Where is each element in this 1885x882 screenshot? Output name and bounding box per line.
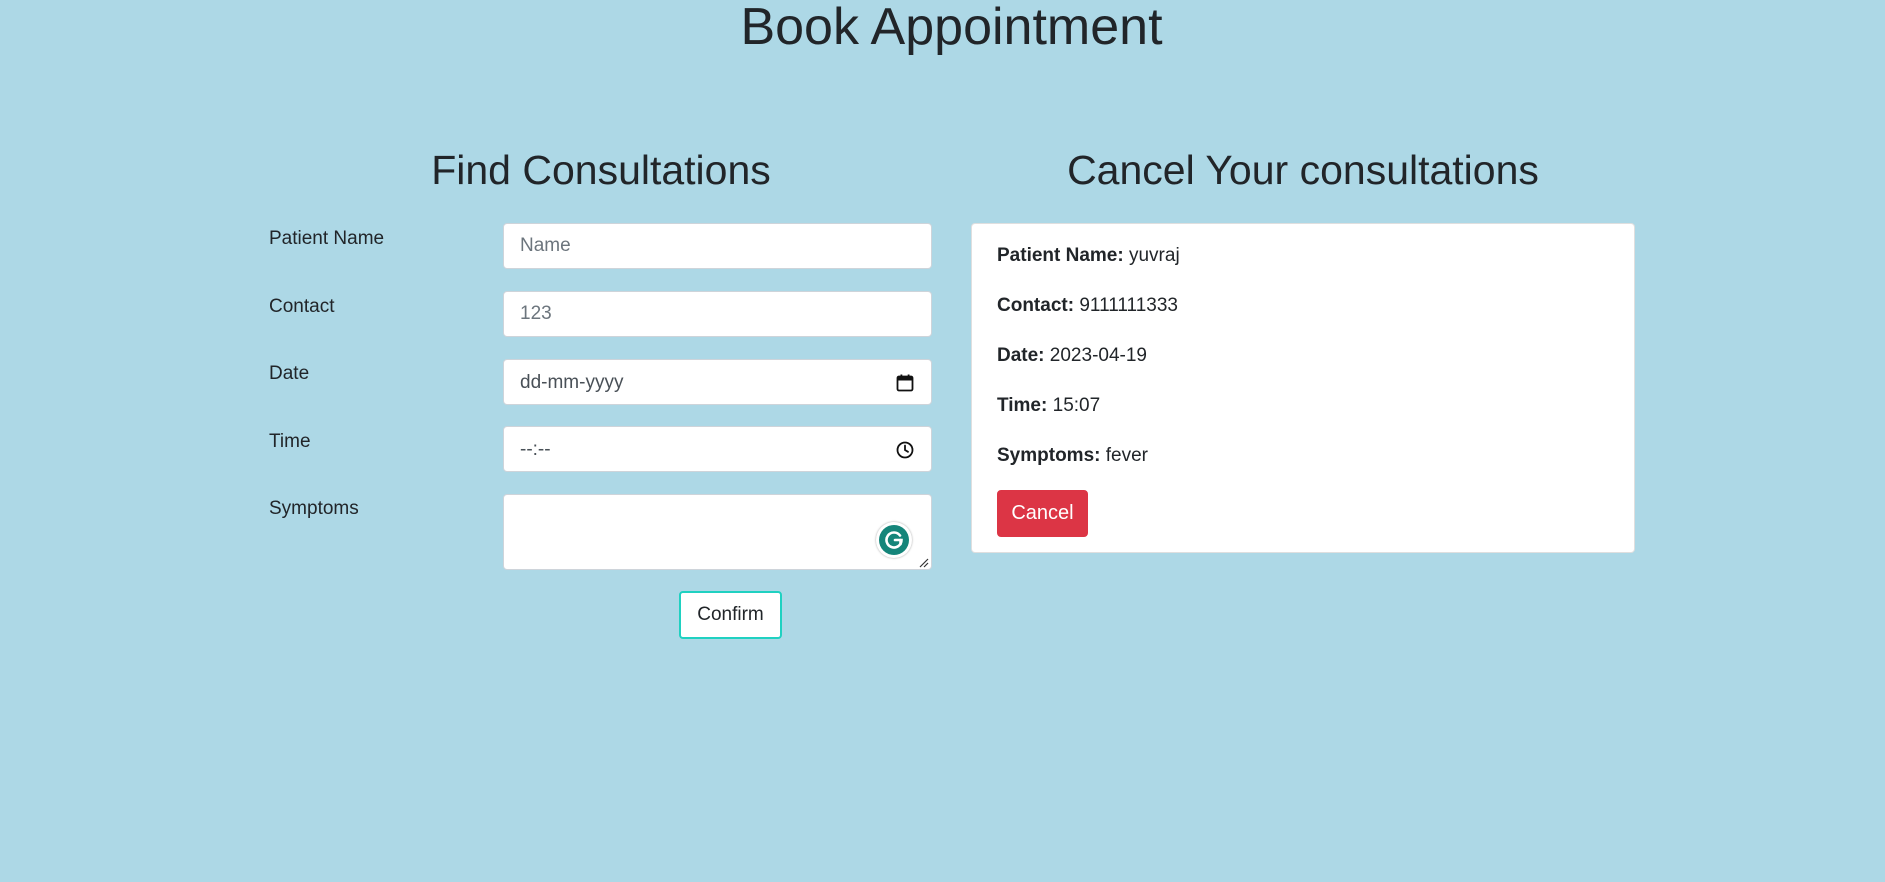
detail-contact-value: 9111111333: [1079, 295, 1178, 316]
consultation-card: Patient Name: yuvraj Contact: 9111111333…: [971, 223, 1635, 553]
grammarly-icon[interactable]: [876, 522, 912, 558]
detail-time: Time: 15:07: [997, 394, 1100, 418]
detail-date-value: 2023-04-19: [1049, 345, 1147, 366]
detail-contact: Contact: 9111111333: [997, 294, 1178, 318]
cancel-button[interactable]: Cancel: [997, 490, 1088, 537]
date-input-placeholder: dd-mm-yyyy: [520, 372, 624, 393]
page-title: Book Appointment: [740, 0, 1163, 56]
calendar-icon[interactable]: [895, 373, 915, 393]
detail-patient-name: Patient Name: yuvraj: [997, 244, 1180, 268]
detail-symptoms-value: fever: [1105, 445, 1148, 466]
detail-symptoms: Symptoms: fever: [997, 444, 1148, 468]
patient-name-input[interactable]: [503, 223, 932, 269]
date-label: Date: [269, 363, 310, 384]
cancel-consultations-title: Cancel Your consultations: [1067, 147, 1539, 193]
time-label: Time: [269, 431, 311, 452]
contact-label: Contact: [269, 296, 335, 317]
confirm-button[interactable]: Confirm: [679, 591, 782, 639]
detail-patient-name-label: Patient Name:: [997, 245, 1124, 266]
detail-patient-name-value: yuvraj: [1128, 245, 1180, 266]
time-input-placeholder: --:--: [520, 439, 551, 460]
symptoms-textarea[interactable]: [503, 494, 932, 570]
clock-icon[interactable]: [895, 440, 915, 460]
patient-name-label: Patient Name: [269, 228, 385, 249]
contact-input[interactable]: [503, 291, 932, 337]
date-input[interactable]: dd-mm-yyyy: [503, 359, 932, 405]
time-input[interactable]: --:--: [503, 426, 932, 472]
symptoms-label: Symptoms: [269, 498, 359, 519]
resize-handle-icon[interactable]: [917, 556, 929, 568]
detail-date: Date: 2023-04-19: [997, 344, 1147, 368]
find-consultations-title: Find Consultations: [431, 147, 771, 193]
grammarly-logo-icon: [879, 525, 909, 555]
detail-time-label: Time:: [997, 395, 1048, 416]
detail-contact-label: Contact:: [997, 295, 1075, 316]
detail-date-label: Date:: [997, 345, 1045, 366]
detail-symptoms-label: Symptoms:: [997, 445, 1101, 466]
detail-time-value: 15:07: [1052, 395, 1101, 416]
